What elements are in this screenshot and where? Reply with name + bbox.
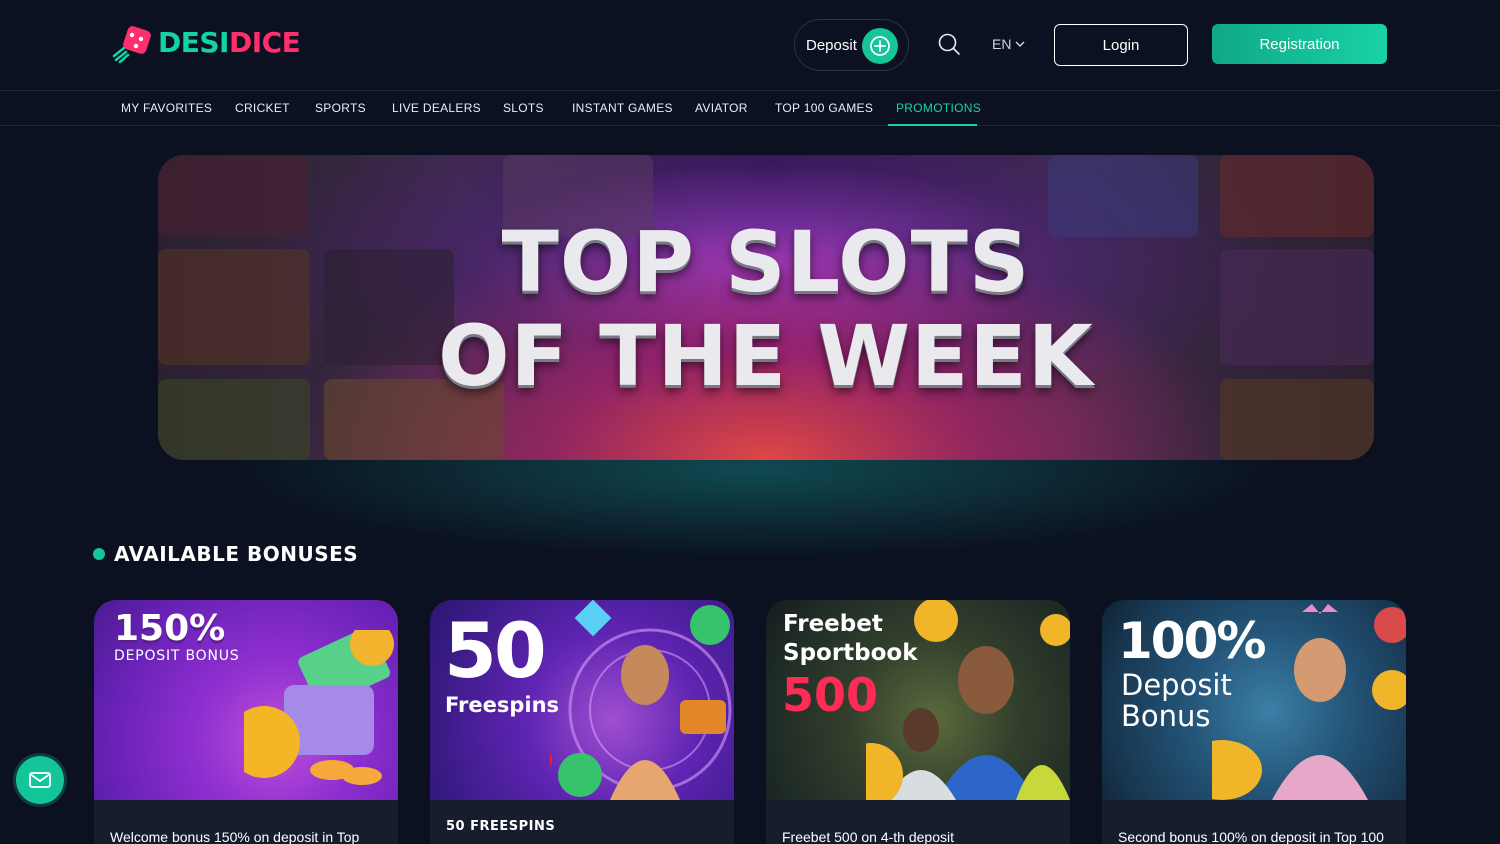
bonus-card-second-deposit[interactable]: 100% Deposit Bonus Second bonus 100% on …	[1102, 600, 1406, 844]
bonus-card-headline: Freebet Sportbook	[783, 611, 918, 666]
active-tab-indicator	[888, 124, 977, 126]
section-dot-icon	[93, 548, 105, 560]
nav-item-top-100-games[interactable]: TOP 100 GAMES	[775, 91, 873, 125]
bonus-card-headline: 100%	[1118, 612, 1266, 670]
mail-chat-icon[interactable]	[16, 756, 64, 804]
site-header: DESIDICE Deposit EN Login Registration	[0, 0, 1500, 90]
language-selector[interactable]: EN	[992, 36, 1025, 52]
nav-item-aviator[interactable]: AVIATOR	[695, 91, 748, 125]
registration-button[interactable]: Registration	[1212, 24, 1387, 64]
deposit-label: Deposit	[806, 36, 857, 54]
bonus-card-image: 50 Freespins	[430, 600, 734, 800]
money-wallet-icon	[244, 630, 394, 785]
nav-item-sports[interactable]: SPORTS	[315, 91, 366, 125]
nav-item-slots[interactable]: SLOTS	[503, 91, 544, 125]
bonus-card-freebet[interactable]: Freebet Sportbook 500 Freebet 500 on 4-t…	[766, 600, 1070, 844]
deposit-button[interactable]: Deposit	[794, 19, 909, 71]
site-logo[interactable]: DESIDICE	[112, 22, 301, 64]
banner-title-line2: OF THE WEEK	[438, 307, 1094, 405]
bonus-card-headline: 150%	[114, 608, 226, 649]
bonus-card-image: 100% Deposit Bonus	[1102, 600, 1406, 800]
nav-item-promotions[interactable]: PROMOTIONS	[896, 91, 981, 125]
language-label: EN	[992, 36, 1012, 52]
nav-item-cricket[interactable]: CRICKET	[235, 91, 290, 125]
bonus-card-amount: 500	[782, 668, 879, 722]
nav-item-live-dealers[interactable]: LIVE DEALERS	[392, 91, 481, 125]
bonus-card-headline: 50	[444, 606, 547, 695]
nav-item-my-favorites[interactable]: MY FAVORITES	[121, 91, 212, 125]
plus-circle-icon	[862, 28, 898, 64]
search-icon[interactable]	[937, 32, 961, 56]
logo-wordmark: DESIDICE	[158, 26, 301, 59]
bonus-card-subheadline: Deposit Bonus	[1121, 668, 1232, 733]
nav-item-instant-games[interactable]: INSTANT GAMES	[572, 91, 673, 125]
promo-banner[interactable]: TOP SLOTS OF THE WEEK	[158, 155, 1374, 460]
bonus-card-description: Second bonus 100% on deposit in Top 100	[1118, 829, 1384, 844]
bonus-card-freespins[interactable]: 50 Freespins 50 FREESPINS	[430, 600, 734, 844]
banner-title-line1: TOP SLOTS	[501, 213, 1031, 311]
bonus-card-description: 50 FREESPINS	[446, 819, 556, 834]
chevron-down-icon	[1015, 41, 1025, 48]
bonus-card-image: 150% DEPOSIT BONUS	[94, 600, 398, 800]
login-button[interactable]: Login	[1054, 24, 1188, 66]
dice-logo-icon	[112, 26, 151, 64]
bonus-card-subheadline: DEPOSIT BONUS	[114, 648, 240, 664]
bonus-card-image: Freebet Sportbook 500	[766, 600, 1070, 800]
bonus-card-description: Welcome bonus 150% on deposit in Top	[110, 829, 360, 844]
bonus-card-welcome[interactable]: 150% DEPOSIT BONUS Welcome bonus 150% on…	[94, 600, 398, 844]
woman-roulette-icon	[550, 600, 732, 800]
main-nav: MY FAVORITES CRICKET SPORTS LIVE DEALERS…	[0, 90, 1500, 126]
bonus-card-subheadline: Freespins	[445, 693, 560, 717]
section-title-bonuses: AVAILABLE BONUSES	[93, 542, 358, 566]
bonus-card-description: Freebet 500 on 4-th deposit	[782, 829, 955, 844]
